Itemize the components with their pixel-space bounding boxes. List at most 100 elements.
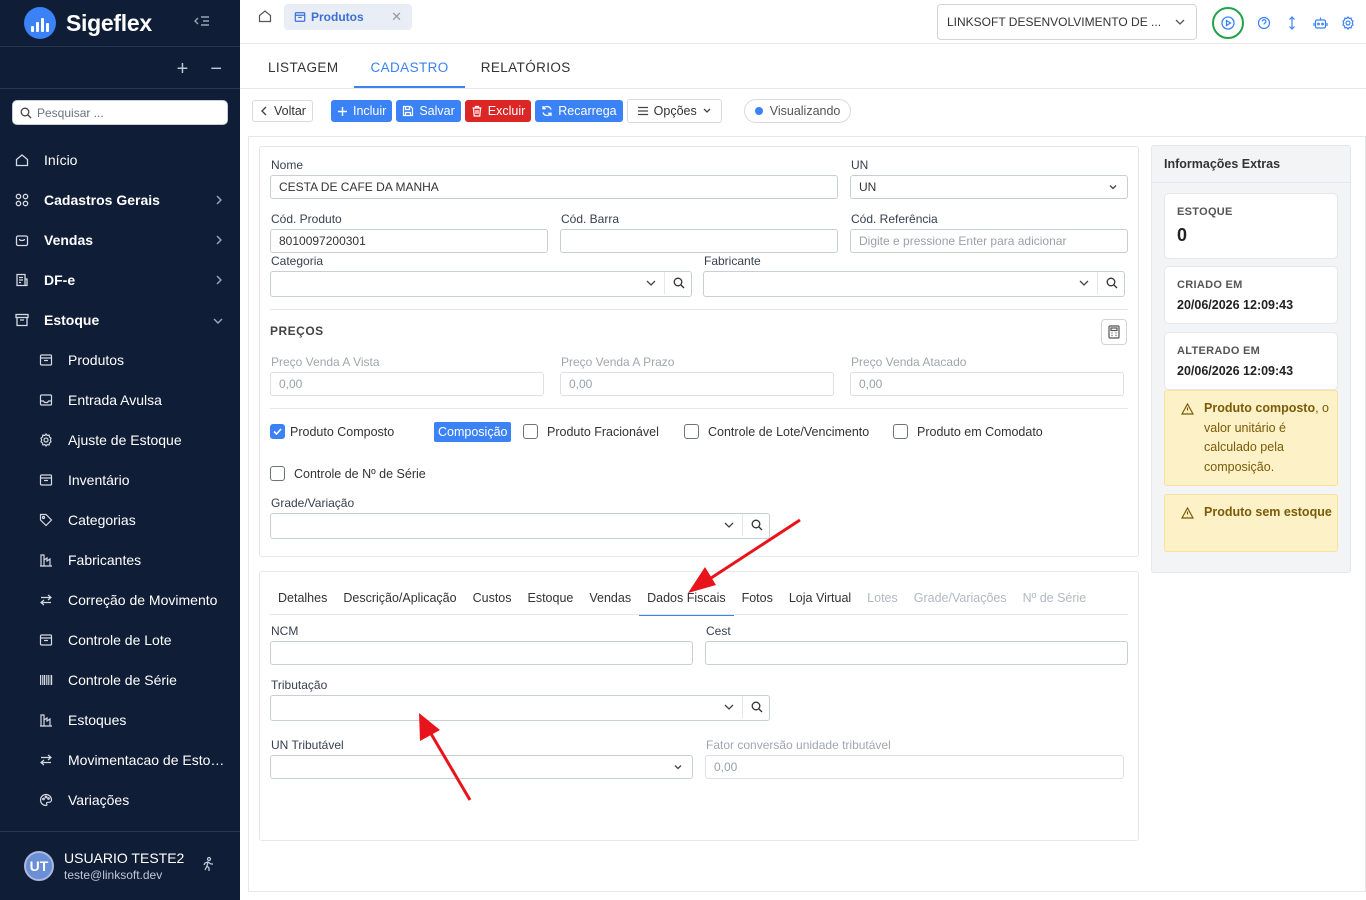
sidebar-item-variacoes[interactable]: Variações (0, 780, 240, 820)
preco-atacado-input[interactable]: 0,00 (850, 372, 1124, 396)
categoria-select[interactable] (270, 271, 692, 297)
cod-referencia-input[interactable]: Digite e pressione Enter para adicionar (850, 229, 1128, 253)
save-button[interactable]: Salvar (396, 100, 461, 122)
fracionavel-checkbox[interactable]: Produto Fracionável (523, 424, 659, 439)
sidebar-item-inventario[interactable]: Inventário (0, 460, 240, 500)
robot-icon[interactable] (1312, 15, 1328, 31)
sidebar-item-correcao-movimento[interactable]: Correção de Movimento (0, 580, 240, 620)
chevron-down-icon (723, 701, 735, 716)
tab-dados-fiscais[interactable]: Dados Fiscais (639, 590, 734, 616)
nome-input[interactable]: CESTA DE CAFE DA MANHA (270, 175, 838, 199)
tributacao-select[interactable] (270, 695, 770, 721)
produto-composto-checkbox[interactable]: Produto Composto (270, 424, 394, 439)
search-icon[interactable] (751, 519, 763, 534)
sidebar-item-categorias[interactable]: Categorias (0, 500, 240, 540)
options-button[interactable]: Opções (626, 99, 722, 123)
comodato-label: Produto em Comodato (917, 424, 1043, 439)
user-profile[interactable]: UT USUARIO TESTE2 teste@linksoft.dev (0, 832, 240, 900)
play-icon[interactable] (1212, 7, 1244, 39)
sidebar-item-label: Correção de Movimento (68, 592, 218, 608)
close-icon[interactable]: ✕ (391, 9, 402, 25)
sidebar-item-controle-lote[interactable]: Controle de Lote (0, 620, 240, 660)
status-badge: Visualizando (743, 99, 852, 123)
tab-detalhes[interactable]: Detalhes (270, 590, 335, 616)
archive-icon (14, 312, 30, 328)
collapse-all-icon[interactable]: − (210, 59, 222, 79)
comodato-checkbox[interactable]: Produto em Comodato (893, 424, 1043, 439)
sidebar-item-entrada-avulsa[interactable]: Entrada Avulsa (0, 380, 240, 420)
sidebar-item-cadastros-gerais[interactable]: Cadastros Gerais (0, 180, 240, 220)
tab-produtos[interactable]: Produtos ✕ (284, 4, 412, 30)
fabricante-select[interactable] (703, 271, 1125, 297)
factory-icon (38, 552, 54, 568)
sidebar-item-estoque[interactable]: Estoque (0, 300, 240, 340)
expand-all-icon[interactable]: + (177, 59, 189, 79)
lote-checkbox[interactable]: Controle de Lote/Vencimento (684, 424, 869, 439)
serie-checkbox[interactable]: Controle de Nº de Série (270, 466, 426, 481)
sidebar-item-dfe[interactable]: DF-e (0, 260, 240, 300)
home-icon[interactable] (258, 9, 272, 26)
checkbox-box (270, 466, 285, 481)
cod-produto-input[interactable]: 8010097200301 (270, 229, 548, 253)
checkbox-box (523, 424, 538, 439)
preco-vista-input[interactable]: 0,00 (270, 372, 544, 396)
tab-cadastro[interactable]: CADASTRO (354, 44, 465, 88)
tab-custos[interactable]: Custos (465, 590, 520, 616)
ncm-input[interactable] (270, 641, 693, 665)
grade-select[interactable] (270, 513, 770, 539)
cest-input[interactable] (705, 641, 1128, 665)
user-settings-icon[interactable] (200, 856, 216, 875)
sidebar-item-label: Inventário (68, 472, 130, 488)
search-icon[interactable] (1106, 277, 1118, 292)
barcode-icon (38, 672, 54, 688)
sidebar-item-fabricantes[interactable]: Fabricantes (0, 540, 240, 580)
logo-icon (24, 7, 56, 39)
archive-icon (294, 12, 306, 22)
sidebar-search-input[interactable]: Pesquisar ... (12, 100, 228, 125)
company-select[interactable]: LINKSOFT DESENVOLVIMENTO DE ... (937, 4, 1197, 40)
tab-fotos[interactable]: Fotos (734, 590, 781, 616)
tab-descricao[interactable]: Descrição/Aplicação (335, 590, 464, 616)
sidebar-item-ajuste-estoque[interactable]: Ajuste de Estoque (0, 420, 240, 460)
un-select[interactable]: UN (850, 175, 1128, 199)
composicao-button[interactable]: Composição (434, 422, 512, 442)
tab-relatorios[interactable]: RELATÓRIOS (465, 44, 587, 88)
tab-loja-virtual[interactable]: Loja Virtual (781, 590, 859, 616)
help-icon[interactable] (1256, 15, 1272, 31)
delete-button[interactable]: Excluir (464, 100, 532, 122)
sidebar-item-vendas[interactable]: Vendas (0, 220, 240, 260)
toolbar: Voltar Incluir Salvar Excluir Recarrega … (252, 99, 852, 123)
options-label: Opções (653, 104, 697, 118)
reload-button[interactable]: Recarrega (535, 100, 623, 122)
un-tributavel-select[interactable] (270, 755, 693, 779)
search-icon[interactable] (673, 277, 685, 292)
sidebar-item-inicio[interactable]: Início (0, 140, 240, 180)
inbox-icon (38, 392, 54, 408)
user-name: USUARIO TESTE2 (64, 850, 185, 866)
back-button[interactable]: Voltar (252, 100, 313, 122)
tab-listagem[interactable]: LISTAGEM (252, 44, 354, 88)
trash-icon (472, 105, 482, 117)
tab-grade-variacoes: Grade/Variações (913, 591, 1007, 605)
sidebar-item-produtos[interactable]: Produtos (0, 340, 240, 380)
plus-icon (337, 106, 347, 116)
preco-prazo-input[interactable]: 0,00 (560, 372, 834, 396)
sidebar-item-movimentacao-estoque[interactable]: Movimentacao de Esto… (0, 740, 240, 780)
tab-estoque[interactable]: Estoque (520, 590, 582, 616)
expand-vertical-icon[interactable] (1284, 15, 1300, 31)
tab-vendas[interactable]: Vendas (581, 590, 639, 616)
search-icon[interactable] (751, 701, 763, 716)
main-content: LISTAGEM CADASTRO RELATÓRIOS Voltar Incl… (240, 44, 1366, 900)
chevron-right-icon (214, 193, 224, 209)
cod-barra-input[interactable] (560, 229, 838, 253)
sidebar-item-controle-serie[interactable]: Controle de Série (0, 660, 240, 700)
tag-icon (38, 512, 54, 528)
add-button[interactable]: Incluir (330, 100, 393, 122)
fator-conversao-input[interactable]: 0,00 (705, 755, 1124, 779)
calculator-icon[interactable] (1101, 319, 1127, 345)
chevron-down-icon (723, 519, 735, 534)
gear-icon[interactable] (1340, 15, 1356, 31)
sidebar-item-estoques[interactable]: Estoques (0, 700, 240, 740)
preco-prazo-label: Preço Venda A Prazo (561, 355, 675, 369)
collapse-sidebar-icon[interactable] (194, 13, 210, 32)
